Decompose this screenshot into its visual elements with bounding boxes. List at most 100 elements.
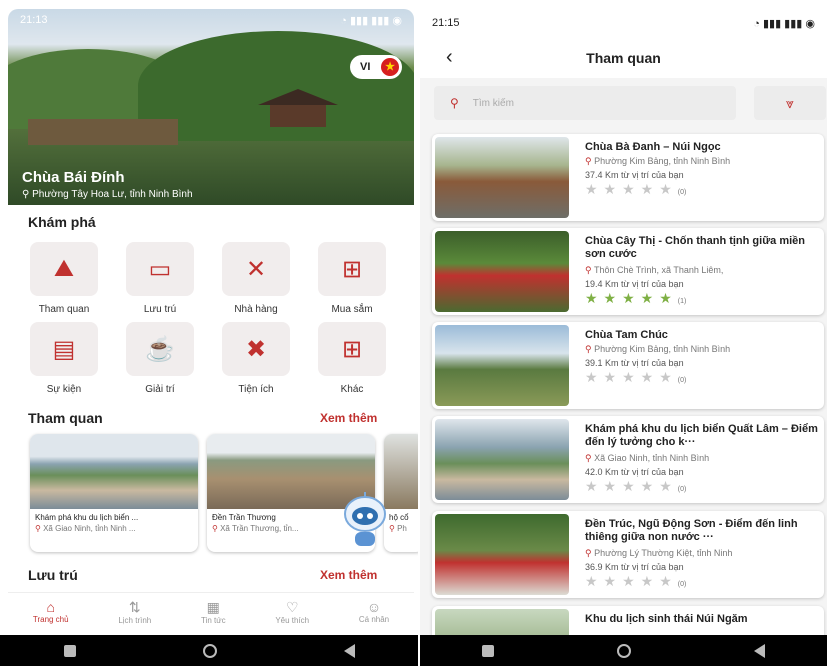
tools-icon: ✖ [245,335,267,363]
place-title: Chùa Bà Đanh – Núi Ngọc [585,141,721,153]
hero-temple [270,105,326,127]
stars-icon: ★★★★★ [585,181,678,197]
stars-icon: ★★★★★ [585,369,678,385]
sightseeing-list-screen: 21:15 ◔ ▮▮▮ ▮▮▮ ◉ ‹ Tham quan ⚲ Tìm kiếm… [420,0,827,666]
recents-icon[interactable] [63,644,76,657]
category-tile: ☕ [126,322,194,376]
page-title: Tham quan [586,50,661,66]
hero-courtyard [28,119,178,145]
category-2[interactable]: ✕ Nhà hàng [220,242,292,315]
nav-label: Yêu thích [275,616,310,625]
stars-icon: ★★★★★ [585,290,678,306]
location-pin-icon: ⚲ [22,189,33,200]
place-distance: 37.4 Km từ vị trí của bạn [585,170,684,180]
explore-heading: Khám phá [28,214,96,230]
category-label: Khác [340,384,364,395]
search-input[interactable]: ⚲ Tìm kiếm [434,86,736,120]
nav-label: Lịch trình [118,616,152,625]
place-address: ⚲ Phường Kim Bảng, tỉnh Ninh Bình [585,156,820,167]
place-card-title: Khám phá khu du lịch biển ... [35,513,139,522]
place-address-text: Phường Kim Bảng, tỉnh Ninh Bình [594,344,731,354]
category-label: Lưu trú [143,304,177,315]
see-more-stay-link[interactable]: Xem thêm [320,568,377,582]
top-header: 21:15 ◔ ▮▮▮ ▮▮▮ ◉ ‹ Tham quan [420,0,827,78]
system-nav-bar [420,635,827,666]
place-card-image [30,434,198,509]
back-system-icon[interactable] [754,643,766,658]
hero-banner[interactable]: 21:13 ◔ ▮▮▮ ▮▮▮ ◉ VI ★ Chùa Bái Đính ⚲ P… [8,9,414,205]
place-distance: 42.0 Km từ vị trí của bạn [585,467,684,477]
bed-icon: ▭ [148,255,172,283]
calendar-icon: ▤ [52,335,76,363]
home-system-icon[interactable] [202,643,217,658]
language-toggle[interactable]: VI ★ [350,55,402,79]
category-tile: ⊞ [318,242,386,296]
nav-item-0[interactable]: ⌂ Trang chủ [33,593,69,634]
place-title: Khám phá khu du lịch biển Quất Lâm – Điể… [585,423,818,448]
place-list-item[interactable]: Chùa Cây Thị - Chốn thanh tịnh giữa miền… [432,228,824,315]
home-icon: ⌂ [46,599,55,615]
category-tile: ✖ [222,322,290,376]
location-pin-icon: ⚲ [585,453,595,463]
back-system-icon[interactable] [343,643,355,658]
place-title: Đền Trúc, Ngũ Động Sơn - Điểm đến linh t… [585,518,798,543]
filter-button[interactable]: ⩔ [754,86,826,120]
place-address-text: Phường Kim Bảng, tỉnh Ninh Bình [594,156,731,166]
place-list-item[interactable]: Đền Trúc, Ngũ Động Sơn - Điểm đến linh t… [432,511,824,598]
hero-title: Chùa Bái Đính [22,169,125,186]
category-label: Giải trí [145,384,175,395]
category-0[interactable]: ⛰ Tham quan [28,242,100,315]
nav-item-4[interactable]: ☺ Cá nhân [359,593,389,634]
status-time: 21:15 [432,17,460,29]
place-image [435,514,569,595]
recents-icon[interactable] [481,644,494,657]
category-tile: ⛰ [30,242,98,296]
place-list-item[interactable]: Khám phá khu du lịch biển Quất Lâm – Điể… [432,416,824,503]
place-card-address-text: Ph [397,524,407,533]
category-1[interactable]: ▭ Lưu trú [124,242,196,315]
place-image [435,419,569,500]
rating-count: (1) [677,298,687,305]
star-rating: ★★★★★(0) [585,181,686,198]
place-distance: 36.9 Km từ vị trí của bạn [585,562,684,572]
search-icon: ⚲ [450,96,459,110]
sightseeing-heading: Tham quan [28,410,103,426]
place-list-item[interactable]: Chùa Bà Đanh – Núi Ngọc ⚲ Phường Kim Bảng… [432,134,824,221]
status-time: 21:13 [20,14,48,26]
place-title: Chùa Cây Thị - Chốn thanh tịnh giữa miền… [585,235,806,260]
place-address: ⚲ Thôn Chè Trình, xã Thanh Liêm, [585,265,820,276]
location-pin-icon: ⚲ [35,524,44,533]
place-address-text: Xã Giao Ninh, tỉnh Ninh Bình [594,453,710,463]
nav-item-1[interactable]: ⇅ Lịch trình [118,593,151,634]
nav-label: Trang chủ [32,615,69,624]
restaurant-icon: ✕ [245,255,267,283]
place-distance: 39.1 Km từ vị trí của bạn [585,358,684,368]
category-3[interactable]: ⊞ Mua sắm [316,242,388,315]
nav-item-3[interactable]: ♡ Yêu thích [275,593,309,634]
location-pin-icon: ⚲ [585,344,595,354]
category-6[interactable]: ✖ Tiện ích [220,322,292,395]
place-list-item[interactable]: Chùa Tam Chúc ⚲ Phường Kim Bảng, tỉnh Nin… [432,322,824,409]
home-screen: 21:13 ◔ ▮▮▮ ▮▮▮ ◉ VI ★ Chùa Bái Đính ⚲ P… [0,0,418,666]
category-4[interactable]: ▤ Sự kiện [28,322,100,395]
category-label: Nhà hàng [234,304,278,315]
bottom-navigation: ⌂ Trang chủ ⇅ Lịch trình ▦ Tin tức ♡ Yêu thích ☺… [8,592,414,634]
place-title: Khu du lịch sinh thái Núi Ngăm [585,613,748,625]
chatbot-mascot-icon[interactable] [340,490,390,550]
rating-count: (0) [677,581,687,588]
category-5[interactable]: ☕ Giải trí [124,322,196,395]
news-icon: ▦ [206,599,220,615]
star-rating: ★★★★★(1) [585,290,686,307]
location-pin-icon: ⚲ [389,524,398,533]
nav-item-2[interactable]: ▦ Tin tức [201,593,226,634]
rating-count: (0) [677,377,687,384]
place-card[interactable]: Khám phá khu du lịch biển ... ⚲ Xã Giao … [30,434,198,552]
category-7[interactable]: ⊞ Khác [316,322,388,395]
place-address: ⚲ Phường Lý Thường Kiệt, tỉnh Ninh [585,548,820,559]
hero-address-text: Phường Tây Hoa Lư, tỉnh Ninh Bình [32,189,193,200]
star-rating: ★★★★★(0) [585,478,686,495]
place-address: ⚲ Xã Giao Ninh, tỉnh Ninh Bình [585,453,820,464]
see-more-sightseeing-link[interactable]: Xem thêm [320,411,377,425]
home-system-icon[interactable] [616,643,631,658]
place-address-text: Phường Lý Thường Kiệt, tỉnh Ninh [594,548,733,558]
